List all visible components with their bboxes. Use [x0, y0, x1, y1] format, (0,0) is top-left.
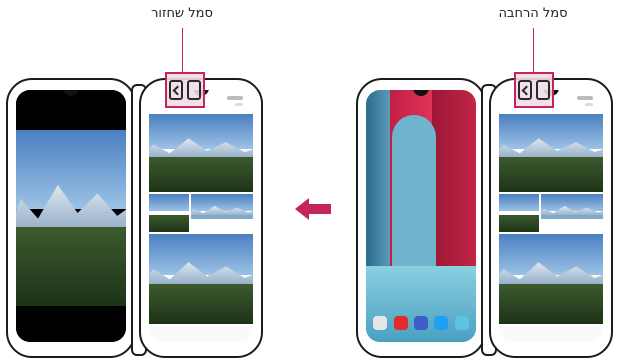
left-main-phone	[6, 78, 136, 358]
gallery-thumb-4[interactable]	[149, 234, 253, 324]
right-main-phone	[356, 78, 486, 358]
app-icon-youtube[interactable]	[393, 316, 408, 330]
expand-icon-label: סמל הרחבה	[498, 6, 568, 21]
gallery-thumb-1[interactable]	[499, 114, 603, 192]
screen-panel-icon	[536, 80, 550, 100]
left-gallery-screen	[149, 90, 253, 342]
app-icon-folder[interactable]	[373, 316, 388, 330]
left-gallery-phone	[139, 78, 263, 358]
gallery-footer	[499, 326, 603, 342]
gallery-thumb-2[interactable]	[499, 194, 539, 232]
swap-screen-icon	[518, 80, 532, 100]
gallery-thumb-3[interactable]	[191, 194, 253, 232]
restore-icon-highlight[interactable]	[165, 72, 205, 108]
left-arrow-icon	[295, 198, 331, 220]
screen-panel-icon	[187, 80, 201, 100]
gallery-thumb-2[interactable]	[149, 194, 189, 232]
restore-icon-label: סמל שחזור	[151, 6, 213, 21]
gallery-footer	[149, 326, 253, 342]
swap-screen-icon	[169, 80, 183, 100]
expand-icon-highlight[interactable]	[514, 72, 554, 108]
wallpaper-arch	[392, 115, 437, 292]
right-gallery-screen	[499, 90, 603, 342]
gallery-thumb-1[interactable]	[149, 114, 253, 192]
app-icon-twitter[interactable]	[434, 316, 449, 330]
app-icon-games[interactable]	[413, 316, 428, 330]
black-bar-bottom	[16, 306, 126, 342]
left-main-screen	[16, 90, 126, 342]
fullscreen-photo[interactable]	[16, 130, 126, 306]
app-dock	[370, 314, 472, 332]
gallery-thumb-3[interactable]	[541, 194, 603, 232]
right-main-screen	[366, 90, 476, 342]
expand-leader-line	[533, 28, 534, 72]
app-icon-apps[interactable]	[454, 316, 469, 330]
black-bar-top	[16, 90, 126, 130]
restore-leader-line	[182, 28, 183, 72]
right-gallery-phone	[489, 78, 613, 358]
gallery-thumb-4[interactable]	[499, 234, 603, 324]
